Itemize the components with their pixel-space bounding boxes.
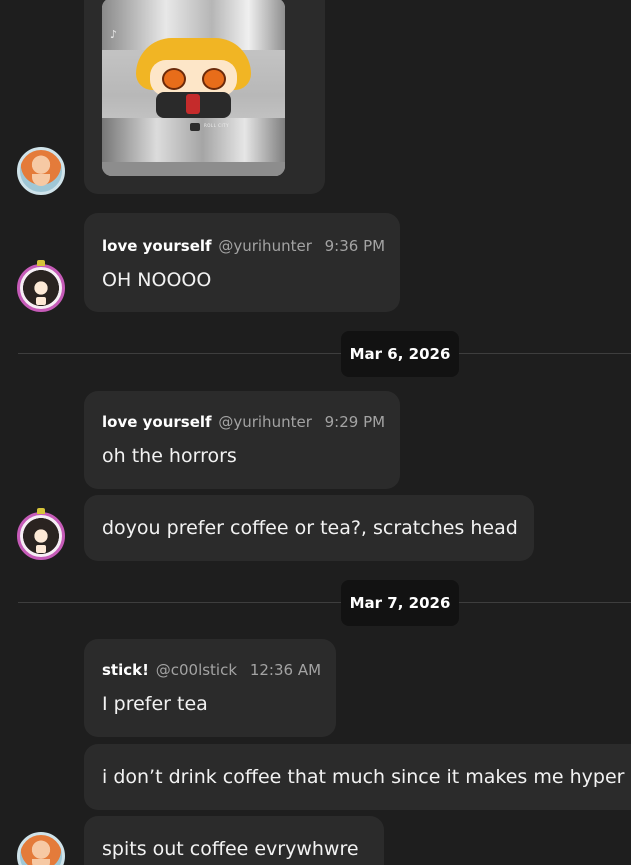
video-thumbnail[interactable]: ♪ ROLL CITY [102, 0, 285, 176]
message-text: OH NOOOO [102, 269, 212, 291]
author-handle[interactable]: @c00lstick [156, 661, 237, 679]
date-label: Mar 7, 2026 [341, 580, 459, 626]
message-text: doyou prefer coffee or tea?, scratches h… [102, 517, 518, 539]
message-bubble: i don’t drink coffee that much since it … [84, 744, 631, 810]
author-name[interactable]: stick! [102, 661, 149, 679]
author-handle[interactable]: @yurihunter [218, 413, 312, 431]
message-text: spits out coffee evrywhwre [102, 838, 359, 860]
tiktok-icon: ♪ [110, 28, 118, 41]
crown-icon [37, 508, 45, 514]
message-text: oh the horrors [102, 445, 237, 467]
message-timestamp: 9:36 PM [324, 237, 386, 255]
user-avatar-dark[interactable] [17, 512, 65, 560]
message-header: love yourself @yurihunter 9:29 PM [102, 413, 385, 431]
crown-icon [37, 260, 45, 266]
message-text: I prefer tea [102, 693, 208, 715]
author-handle[interactable]: @yurihunter [218, 237, 312, 255]
watermark-text: ROLL CITY [204, 123, 230, 128]
watermark-icon [190, 123, 200, 131]
message-timestamp: 9:29 PM [324, 413, 386, 431]
author-name[interactable]: love yourself [102, 413, 212, 431]
message-timestamp: 12:36 AM [249, 661, 322, 679]
author-name[interactable]: love yourself [102, 237, 212, 255]
message-bubble: stick! @c00lstick 12:36 AM I prefer tea [84, 639, 336, 737]
message-text: i don’t drink coffee that much since it … [102, 766, 625, 788]
user-avatar-orange[interactable] [17, 147, 65, 195]
date-label: Mar 6, 2026 [341, 331, 459, 377]
message-bubble: love yourself @yurihunter 9:29 PM oh the… [84, 391, 400, 489]
user-avatar-dark[interactable] [17, 264, 65, 312]
chat-screen: ♪ ROLL CITY love yourself @yurihunter 9:… [0, 0, 631, 865]
date-separator: Mar 7, 2026 [18, 580, 631, 626]
message-header: love yourself @yurihunter 9:36 PM [102, 237, 385, 255]
media-message-bubble[interactable]: ♪ ROLL CITY [84, 0, 325, 194]
message-bubble: doyou prefer coffee or tea?, scratches h… [84, 495, 534, 561]
message-bubble: spits out coffee evrywhwre [84, 816, 384, 865]
user-avatar-orange[interactable] [17, 832, 65, 865]
message-header: stick! @c00lstick 12:36 AM [102, 661, 321, 679]
plush-figure [136, 38, 251, 118]
date-separator: Mar 6, 2026 [18, 331, 631, 377]
message-bubble: love yourself @yurihunter 9:36 PM OH NOO… [84, 213, 400, 312]
